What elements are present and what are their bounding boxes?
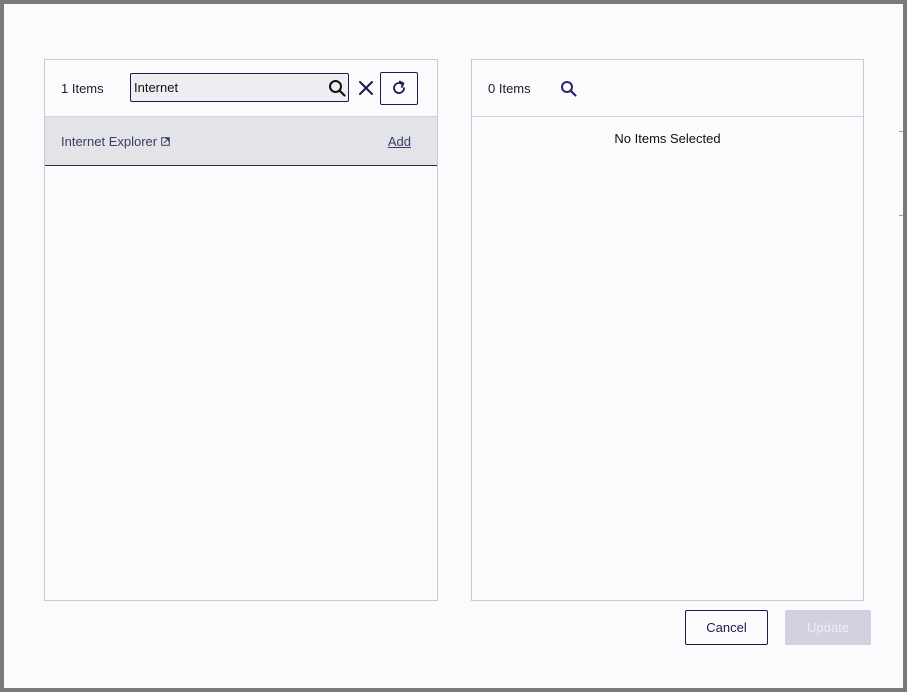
selected-items-panel: 0 Items No Items Selected bbox=[471, 59, 864, 601]
background-divider bbox=[899, 131, 903, 132]
search-input[interactable] bbox=[134, 77, 314, 97]
search-field[interactable] bbox=[130, 73, 349, 102]
result-item-link[interactable]: Internet Explorer bbox=[61, 134, 170, 149]
result-item-name[interactable]: Internet Explorer bbox=[61, 134, 157, 149]
selected-items-header: 0 Items bbox=[472, 60, 863, 117]
selected-items-count: 0 Items bbox=[488, 81, 531, 96]
update-button[interactable]: Update bbox=[785, 610, 871, 645]
available-items-panel: 1 Items Internet Internet Explorer Add bbox=[44, 59, 438, 601]
refresh-icon bbox=[393, 80, 405, 94]
available-items-header: 1 Items bbox=[45, 60, 437, 117]
search-icon[interactable] bbox=[328, 79, 346, 97]
available-items-count: 1 Items bbox=[61, 81, 104, 96]
background-divider bbox=[899, 215, 903, 216]
empty-state-message: No Items Selected bbox=[614, 131, 721, 146]
cancel-button[interactable]: Cancel bbox=[685, 610, 768, 645]
close-icon[interactable] bbox=[358, 80, 374, 96]
search-icon[interactable] bbox=[560, 80, 578, 98]
add-item-link[interactable]: Add bbox=[388, 134, 411, 149]
external-link-icon bbox=[161, 137, 170, 146]
transfer-dialog: 1 Items Internet Internet Explorer Add 0… bbox=[4, 4, 903, 688]
refresh-button[interactable] bbox=[380, 72, 418, 105]
result-row[interactable]: Internet Explorer Add bbox=[45, 117, 437, 166]
